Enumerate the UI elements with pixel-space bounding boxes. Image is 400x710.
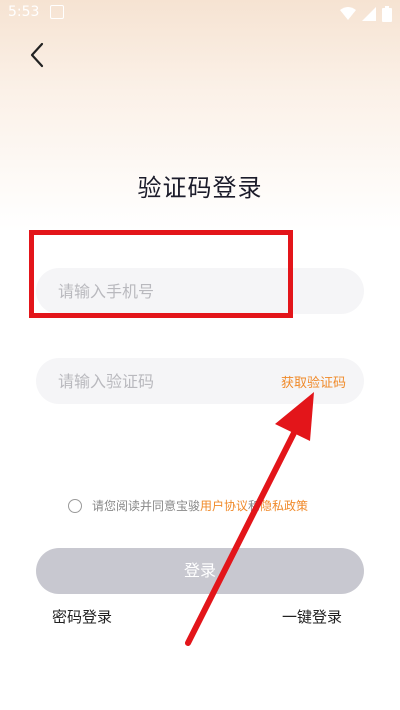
notification-icon [50,5,64,19]
signal-icon [362,7,376,21]
back-button[interactable] [24,40,54,70]
chevron-left-icon [30,42,44,68]
status-time: 5:53 [8,4,40,20]
password-login-link[interactable]: 密码登录 [52,606,112,627]
status-icons [340,6,392,22]
wifi-icon [340,7,356,20]
agreement-prefix: 请您阅读并同意宝骏 [92,499,201,513]
highlight-annotation-box [29,230,293,318]
page-title: 验证码登录 [137,174,263,202]
get-code-button[interactable]: 获取验证码 [281,372,346,391]
agreement-radio[interactable] [68,498,82,513]
code-field: 获取验证码 [36,358,364,404]
user-agreement-link[interactable]: 用户协议 [200,497,248,514]
one-tap-login-link[interactable]: 一键登录 [282,606,342,627]
agreement-connector: 和 [248,499,261,513]
login-button[interactable]: 登录 [36,548,364,594]
status-bar: 5:53 [0,0,400,28]
battery-icon [382,6,392,22]
agreement-row: 请您阅读并同意宝骏 用户协议 和 隐私政策 [68,497,308,514]
privacy-policy-link[interactable]: 隐私政策 [260,497,308,514]
verification-code-input[interactable] [56,370,281,392]
